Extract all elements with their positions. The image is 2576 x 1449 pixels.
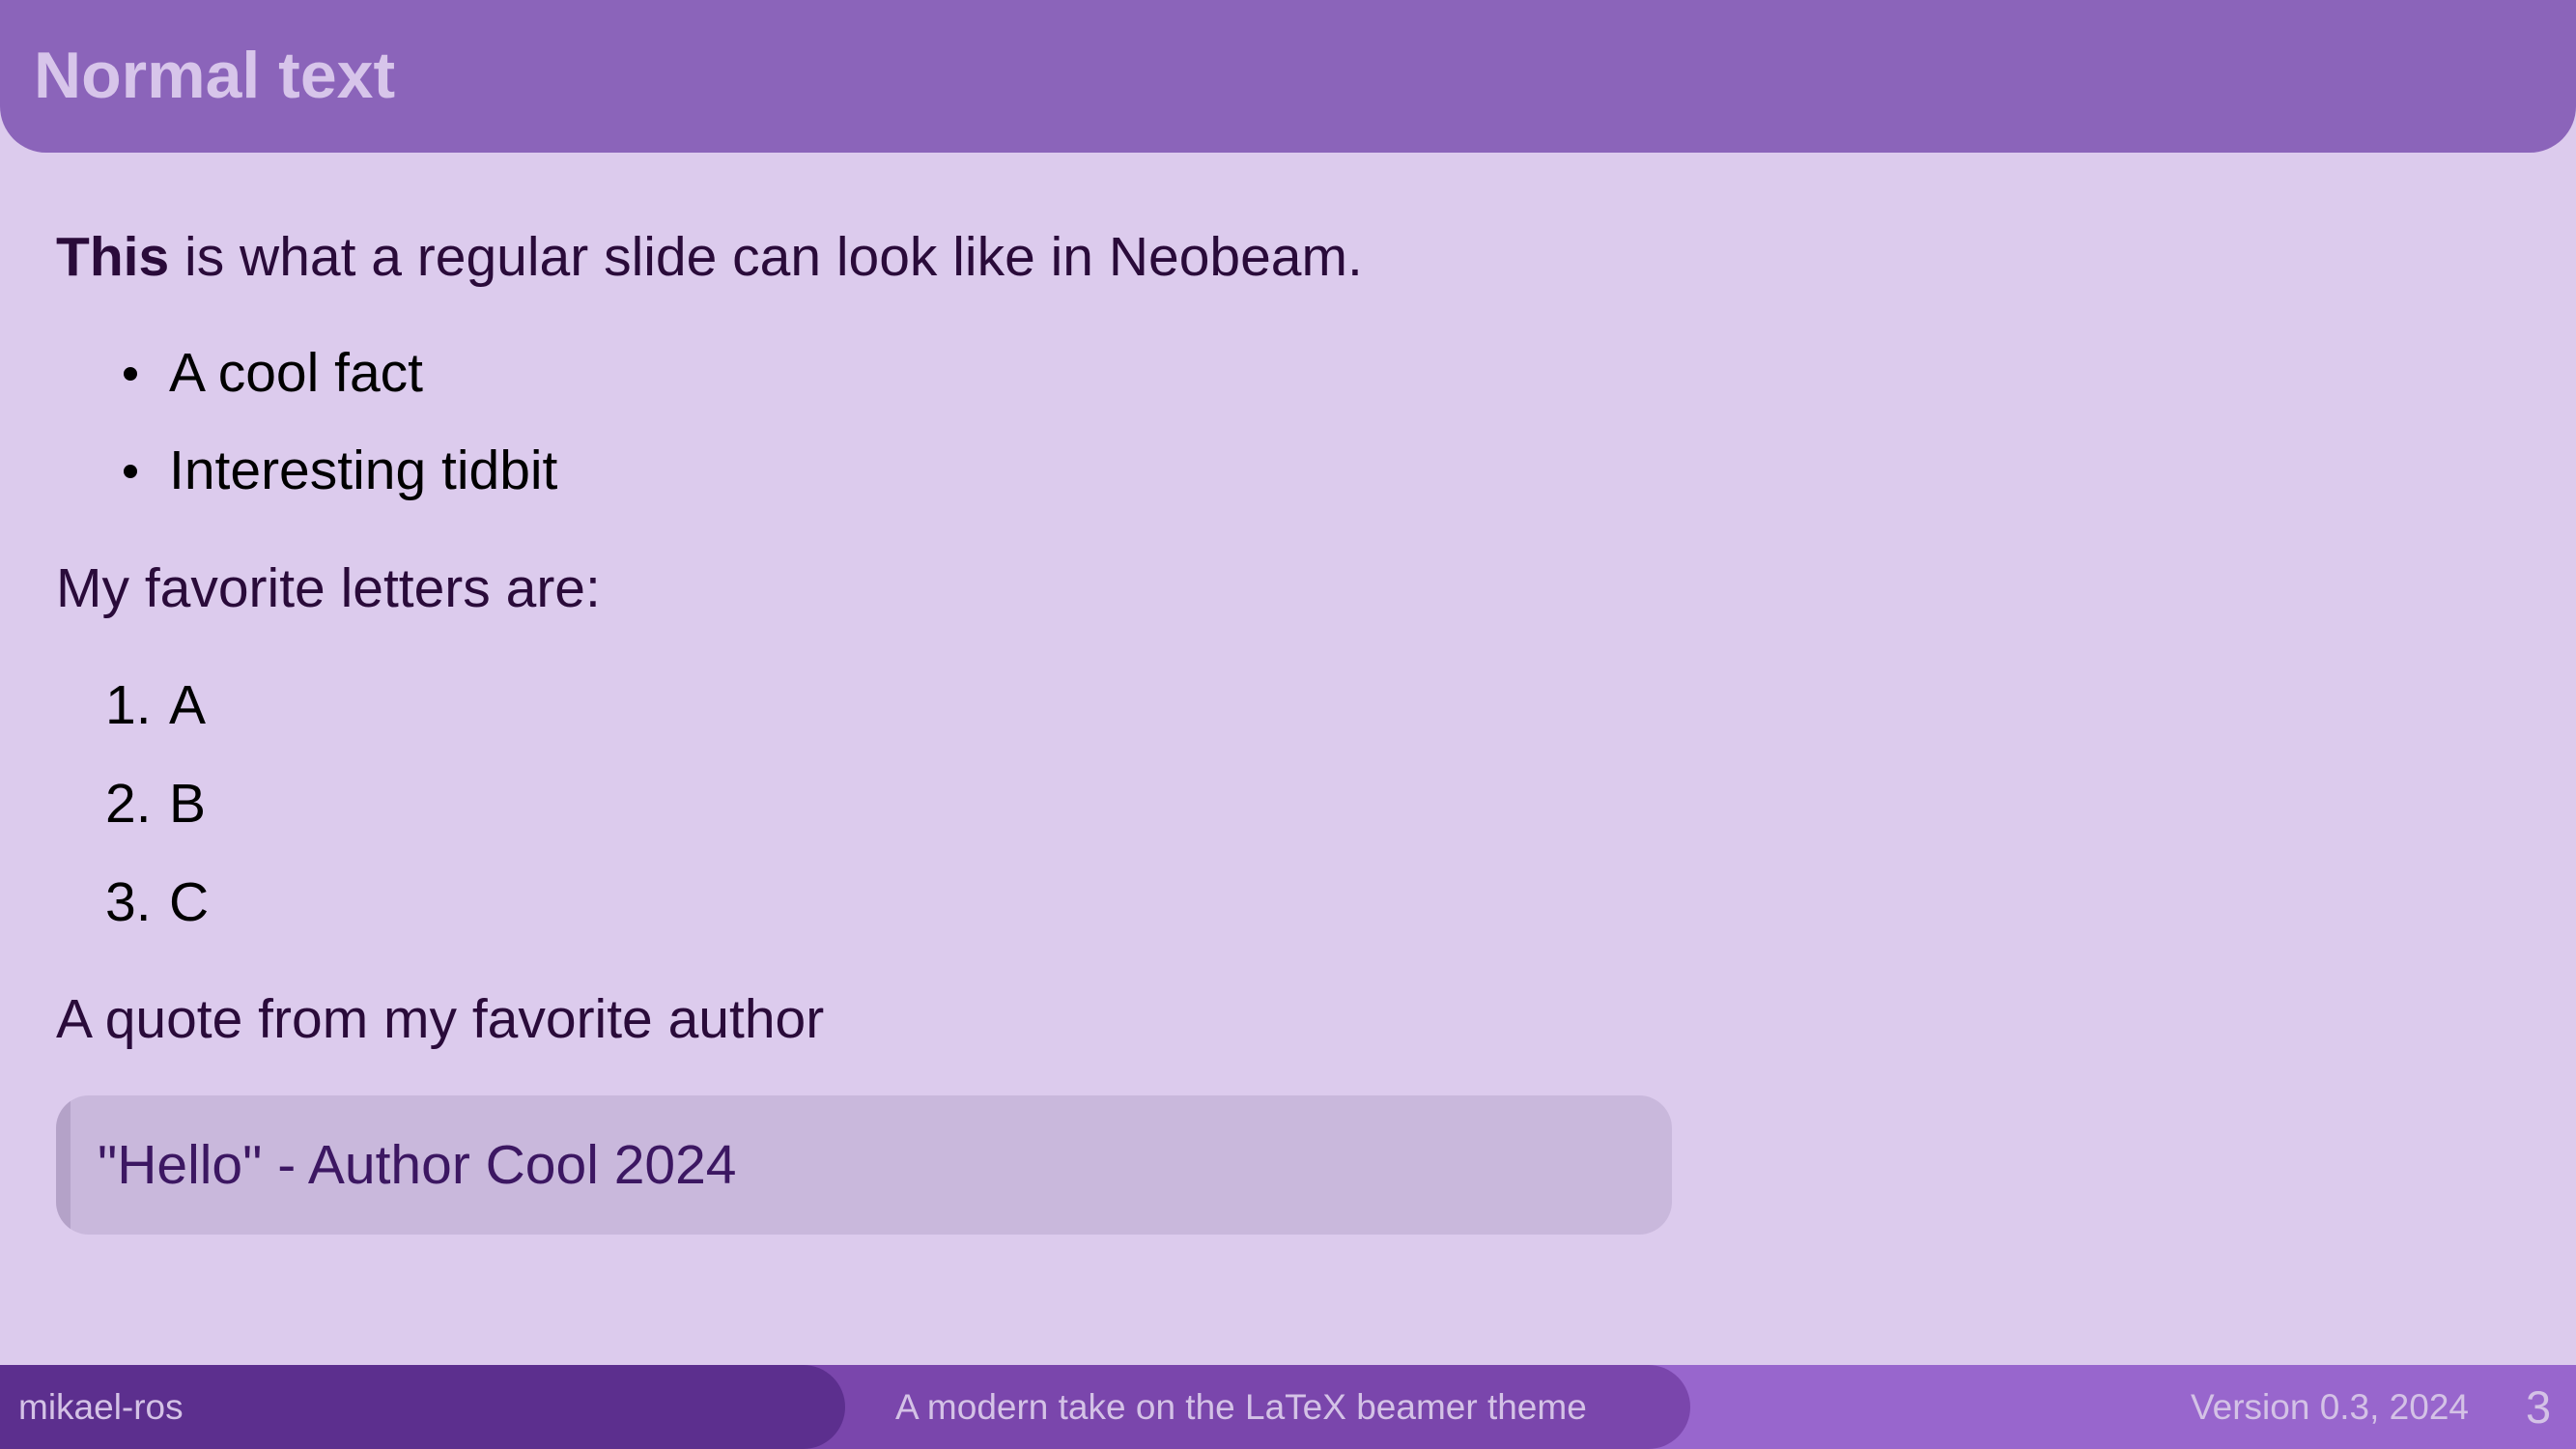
enum-item: A [169, 674, 207, 736]
intro-paragraph: This is what a regular slide can look li… [56, 224, 1363, 290]
enum-number: 2. [105, 773, 152, 835]
quote-text: "Hello" - Author Cool 2024 [98, 1134, 737, 1196]
footer-subtitle: A modern take on the LaTeX beamer theme [895, 1387, 1587, 1427]
bullet-item: Interesting tidbit [169, 440, 558, 501]
slide-title: Normal text [34, 39, 396, 112]
bullet-item: A cool fact [169, 342, 423, 404]
quote-block: "Hello" - Author Cool 2024 [56, 1095, 1672, 1235]
quote-accent-bar [56, 1095, 71, 1235]
bullet-marker [124, 367, 137, 381]
letters-heading: My favorite letters are: [56, 557, 601, 619]
footer-version: Version 0.3, 2024 [2191, 1387, 2469, 1427]
intro-bold-word: This [56, 226, 170, 288]
enum-item: C [169, 871, 210, 933]
page-number: 3 [2526, 1381, 2552, 1433]
enum-number: 1. [105, 674, 152, 736]
enum-number: 3. [105, 871, 152, 933]
quote-heading: A quote from my favorite author [56, 988, 825, 1050]
slide-header: Normal text [0, 0, 2576, 153]
bullet-marker [124, 465, 137, 478]
footer-author: mikael-ros [18, 1387, 184, 1427]
enum-item: B [169, 773, 207, 835]
slide-footer: mikael-ros A modern take on the LaTeX be… [0, 1365, 2576, 1449]
intro-text: is what a regular slide can look like in… [169, 226, 1363, 288]
